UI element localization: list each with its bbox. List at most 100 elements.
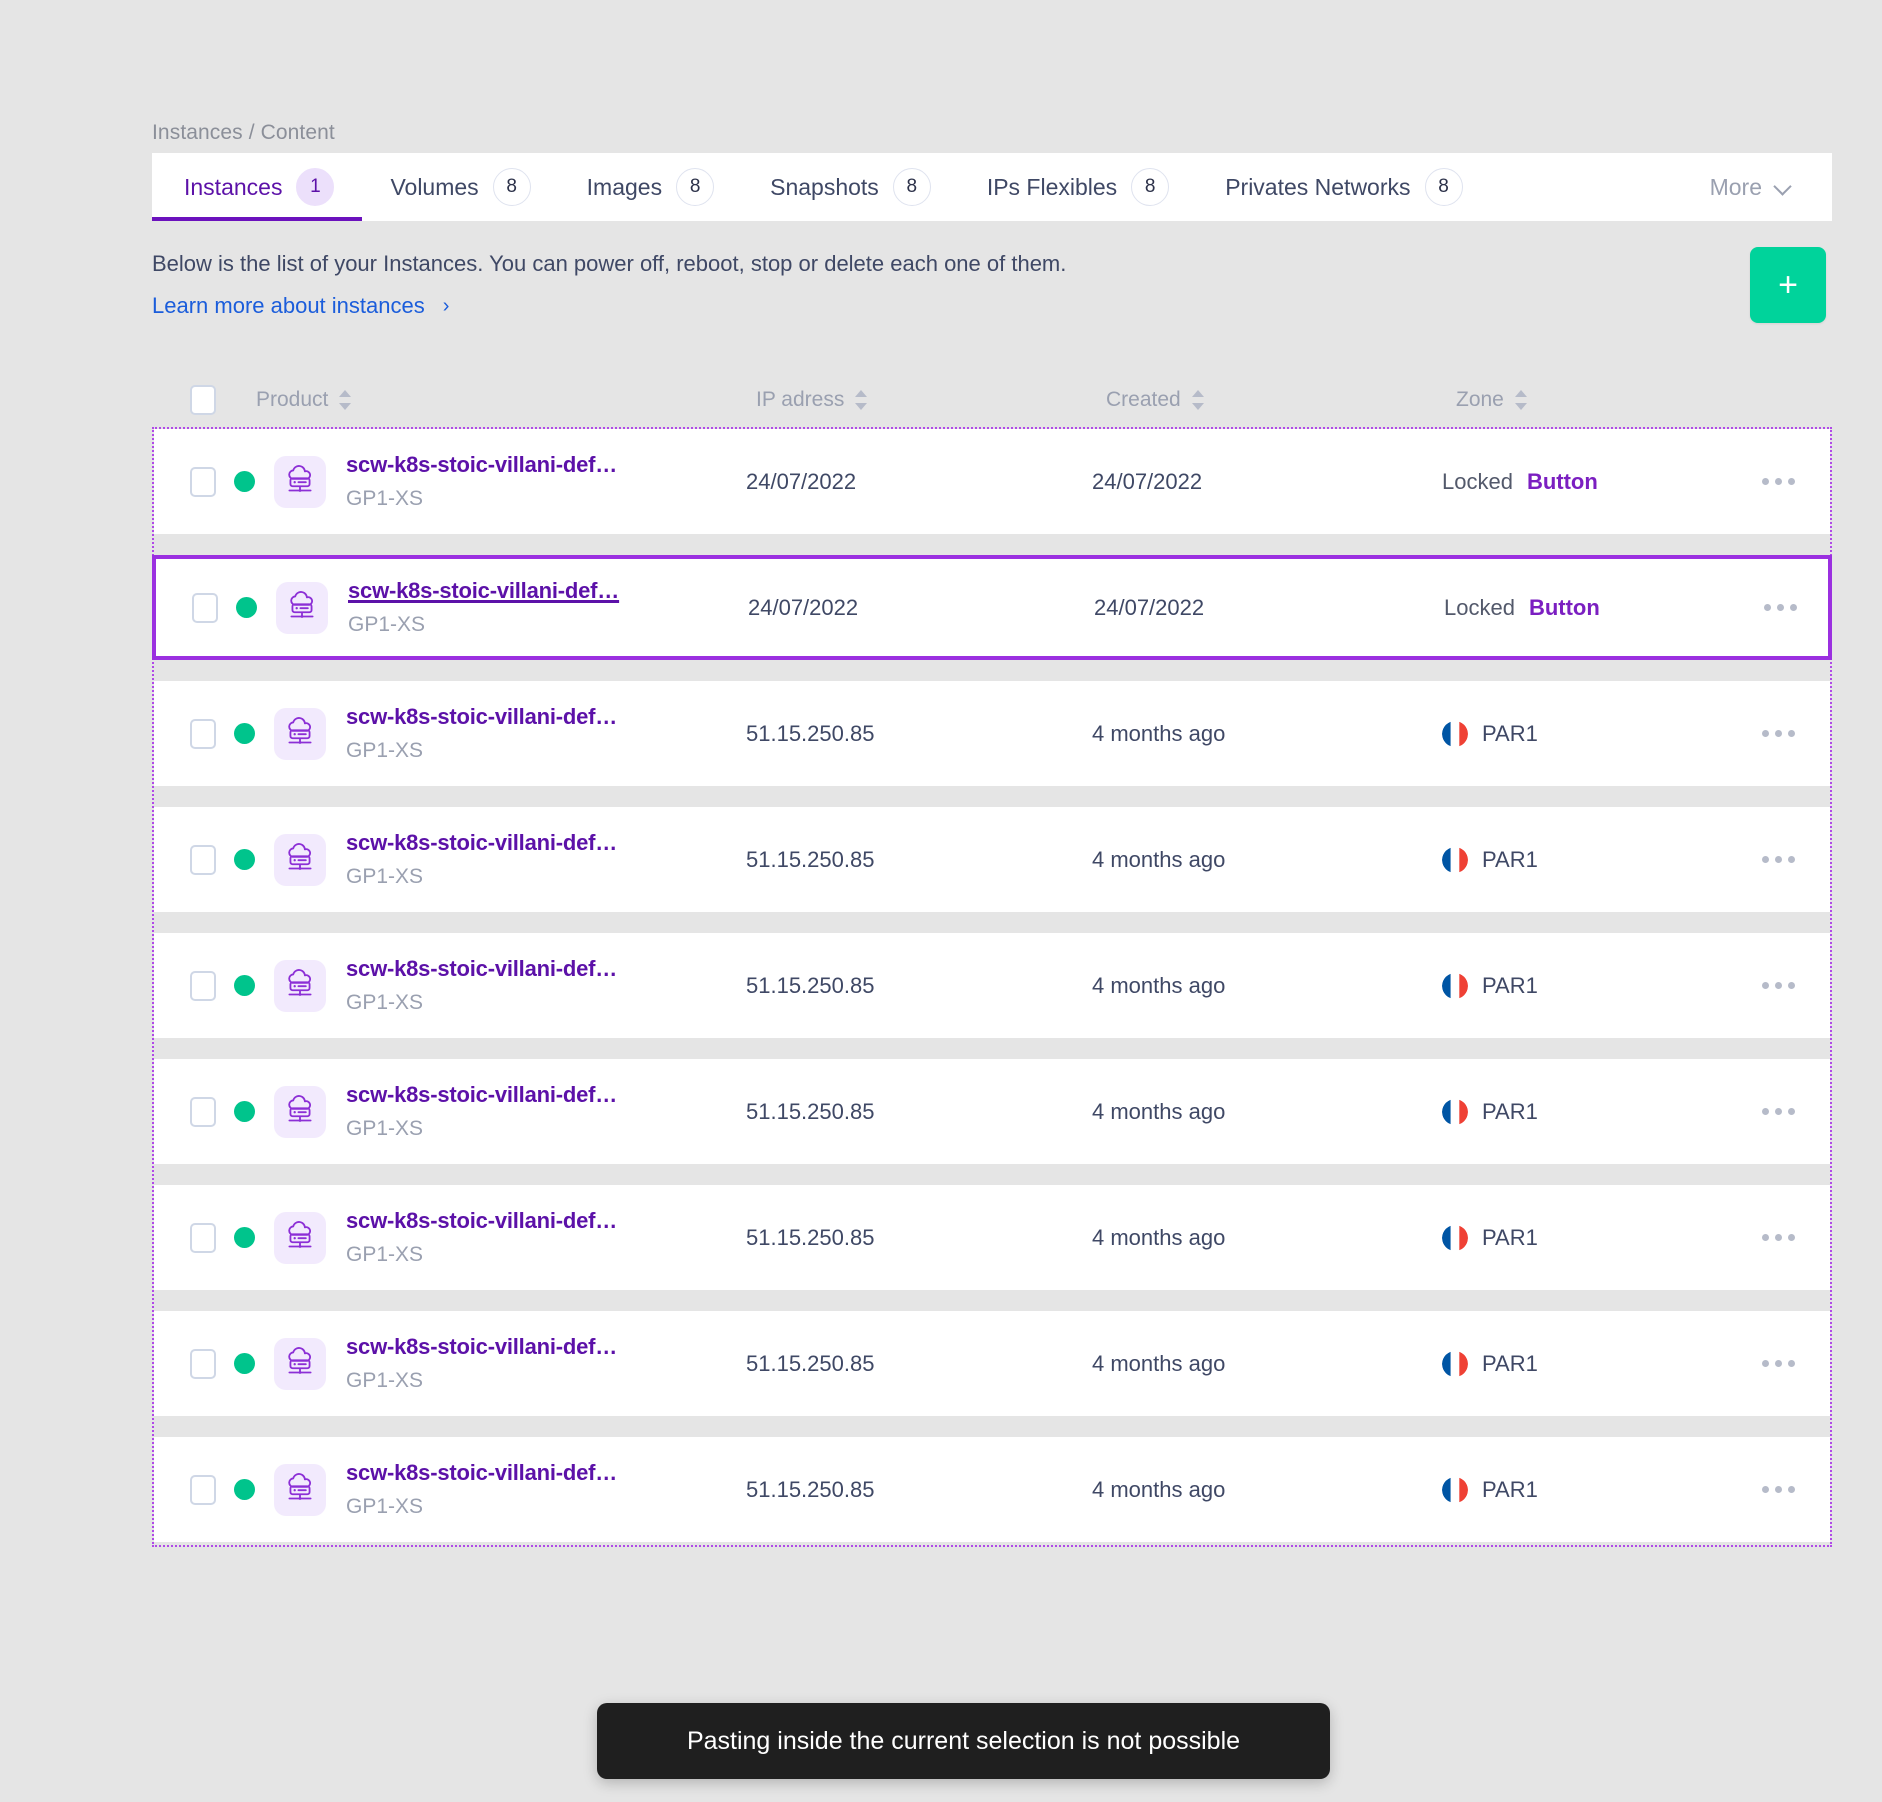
instance-type-label: GP1-XS — [346, 865, 424, 888]
product-cell: scw-k8s-stoic-villani-def… GP1-XS — [346, 1334, 746, 1393]
ip-address-value: 51.15.250.85 — [746, 1098, 875, 1124]
chevron-right-icon: › — [442, 294, 450, 317]
instance-name-link[interactable]: scw-k8s-stoic-villani-def… — [346, 704, 617, 730]
toast-notification: Pasting inside the current selection is … — [597, 1703, 1330, 1779]
column-header-product-label: Product — [256, 388, 329, 411]
zone-cell: PAR1 — [1442, 1224, 1742, 1251]
instance-type-label: GP1-XS — [346, 1369, 424, 1392]
row-checkbox[interactable] — [190, 466, 234, 497]
instances-table: scw-k8s-stoic-villani-def… GP1-XS 24/07/20… — [152, 427, 1832, 1547]
table-row[interactable]: scw-k8s-stoic-villani-def… GP1-XS 51.15.25… — [154, 1059, 1830, 1164]
tab-volumes[interactable]: Volumes 8 — [362, 153, 558, 221]
zone-cell: PAR1 — [1442, 972, 1742, 999]
table-row[interactable]: scw-k8s-stoic-villani-def… GP1-XS 51.15.25… — [154, 933, 1830, 1038]
table-row[interactable]: scw-k8s-stoic-villani-def… GP1-XS 24/07/20… — [154, 429, 1830, 534]
created-value: 24/07/2022 — [1092, 468, 1203, 494]
row-actions-menu-icon[interactable] — [1762, 478, 1795, 485]
checkbox-box — [190, 385, 216, 415]
zone-locked-label: Locked — [1444, 594, 1515, 620]
tab-label: IPs Flexibles — [986, 173, 1118, 200]
product-icon-wrapper — [274, 1463, 332, 1516]
row-actions-menu-icon[interactable] — [1762, 856, 1795, 863]
product-icon-wrapper — [274, 1211, 332, 1264]
column-header-product[interactable]: Product — [256, 388, 756, 412]
product-cell: scw-k8s-stoic-villani-def… GP1-XS — [346, 452, 746, 511]
ip-address-value: 51.15.250.85 — [746, 846, 875, 872]
row-checkbox[interactable] — [190, 1222, 234, 1253]
row-actions-menu-icon[interactable] — [1762, 730, 1795, 737]
row-checkbox[interactable] — [190, 718, 234, 749]
column-header-created[interactable]: Created — [1106, 388, 1456, 412]
tab-label: Images — [586, 173, 663, 200]
column-header-ip-label: IP adress — [756, 388, 845, 411]
status-indicator — [234, 1227, 274, 1248]
instance-name-link[interactable]: scw-k8s-stoic-villani-def… — [346, 830, 617, 856]
instance-type-label: GP1-XS — [346, 487, 424, 510]
instance-name-link[interactable]: scw-k8s-stoic-villani-def… — [346, 1208, 617, 1234]
product-icon-wrapper — [274, 455, 332, 508]
instance-name-link[interactable]: scw-k8s-stoic-villani-def… — [346, 956, 617, 982]
instance-name-link[interactable]: scw-k8s-stoic-villani-def… — [346, 1460, 617, 1486]
row-actions-menu-icon[interactable] — [1762, 1360, 1795, 1367]
table-row[interactable]: scw-k8s-stoic-villani-def… GP1-XS 51.15.25… — [154, 807, 1830, 912]
row-checkbox[interactable] — [190, 1096, 234, 1127]
learn-more-label: Learn more about instances — [152, 293, 425, 318]
row-checkbox[interactable] — [190, 970, 234, 1001]
zone-label: PAR1 — [1482, 1224, 1538, 1250]
page-description: Below is the list of your Instances. You… — [152, 251, 1067, 276]
table-row[interactable]: scw-k8s-stoic-villani-def… GP1-XS 51.15.25… — [154, 1185, 1830, 1290]
tab-snapshots[interactable]: Snapshots 8 — [742, 153, 959, 221]
product-cell: scw-k8s-stoic-villani-def… GP1-XS — [346, 1460, 746, 1519]
tab-count-badge: 8 — [892, 168, 931, 206]
tab-ips-flexibles[interactable]: IPs Flexibles 8 — [959, 153, 1197, 221]
table-row[interactable]: scw-k8s-stoic-villani-def… GP1-XS 51.15.25… — [154, 1311, 1830, 1416]
instance-name-link[interactable]: scw-k8s-stoic-villani-def… — [346, 1334, 617, 1360]
status-dot-running-icon — [234, 1101, 255, 1122]
tab-images[interactable]: Images 8 — [559, 153, 742, 221]
zone-cell: PAR1 — [1442, 1476, 1742, 1503]
tab-privates-networks[interactable]: Privates Networks 8 — [1197, 153, 1490, 221]
zone-action-button[interactable]: Button — [1529, 595, 1600, 621]
instance-name-link[interactable]: scw-k8s-stoic-villani-def… — [346, 1082, 617, 1108]
column-header-zone[interactable]: Zone — [1456, 388, 1756, 412]
row-actions-menu-icon[interactable] — [1762, 1234, 1795, 1241]
tab-instances[interactable]: Instances 1 — [152, 153, 363, 221]
row-checkbox[interactable] — [190, 1348, 234, 1379]
sort-icon — [1191, 390, 1205, 410]
sort-icon — [338, 390, 352, 410]
status-dot-running-icon — [234, 849, 255, 870]
table-row[interactable]: scw-k8s-stoic-villani-def… GP1-XS 51.15.25… — [154, 681, 1830, 786]
status-dot-running-icon — [234, 1227, 255, 1248]
created-value: 4 months ago — [1092, 1350, 1226, 1376]
product-icon-wrapper — [274, 707, 332, 760]
instance-name-link[interactable]: scw-k8s-stoic-villani-def… — [348, 578, 619, 604]
tab-more[interactable]: More — [1682, 153, 1832, 221]
add-instance-button[interactable]: + — [1750, 247, 1826, 323]
tab-bar: Instances 1 Volumes 8 Images 8 Snapshots 8 IPs F… — [152, 153, 1832, 221]
checkbox-box — [190, 466, 216, 497]
sort-icon — [1514, 390, 1528, 410]
ip-address-value: 51.15.250.85 — [746, 1350, 875, 1376]
created-value: 4 months ago — [1092, 846, 1226, 872]
column-header-zone-label: Zone — [1456, 388, 1504, 411]
row-actions-menu-icon[interactable] — [1764, 604, 1797, 611]
created-value: 24/07/2022 — [1094, 594, 1205, 620]
table-row[interactable]: scw-k8s-stoic-villani-def… GP1-XS 24/07/20… — [152, 555, 1832, 660]
select-all-checkbox[interactable] — [190, 385, 234, 415]
row-checkbox[interactable] — [190, 844, 234, 875]
row-actions-menu-icon[interactable] — [1762, 1486, 1795, 1493]
cloud-server-icon — [274, 455, 326, 508]
status-indicator — [234, 1101, 274, 1122]
row-actions-menu-icon[interactable] — [1762, 1108, 1795, 1115]
tab-count-badge: 8 — [492, 168, 531, 206]
instance-name-link[interactable]: scw-k8s-stoic-villani-def… — [346, 452, 617, 478]
learn-more-link[interactable]: Learn more about instances › — [152, 293, 449, 319]
checkbox-box — [190, 1348, 216, 1379]
zone-action-button[interactable]: Button — [1527, 469, 1598, 495]
tab-label: Snapshots — [770, 173, 879, 200]
column-header-ip[interactable]: IP adress — [756, 388, 1106, 412]
row-checkbox[interactable] — [190, 1474, 234, 1505]
table-row[interactable]: scw-k8s-stoic-villani-def… GP1-XS 51.15.25… — [154, 1437, 1830, 1542]
row-checkbox[interactable] — [192, 592, 236, 623]
row-actions-menu-icon[interactable] — [1762, 982, 1795, 989]
